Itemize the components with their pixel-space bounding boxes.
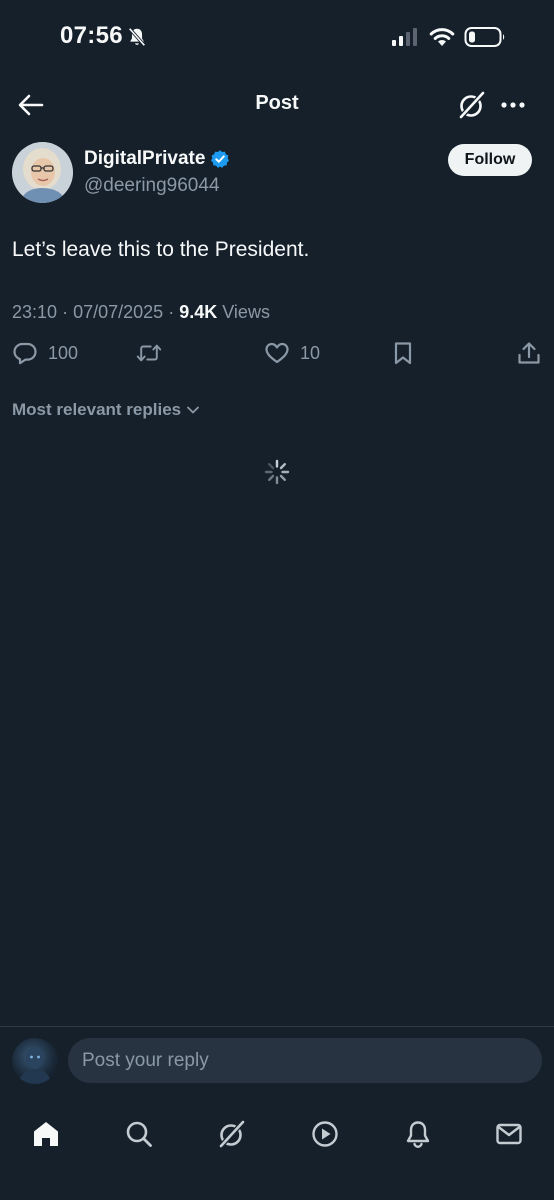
nav-search[interactable] <box>111 1106 167 1162</box>
like-count: 10 <box>300 342 321 363</box>
bookmark-icon <box>394 342 412 365</box>
post-time: 23:10 <box>12 302 58 322</box>
repost-icon <box>136 344 162 362</box>
grok-icon[interactable] <box>458 90 486 120</box>
bookmark-button[interactable] <box>390 340 416 366</box>
like-button[interactable]: 10 <box>264 340 320 366</box>
chevron-down-icon <box>187 406 200 414</box>
status-time: 07:56 <box>60 22 123 49</box>
reply-count: 100 <box>48 342 79 363</box>
author-avatar[interactable] <box>12 142 73 203</box>
nav-messages[interactable] <box>481 1106 537 1162</box>
post-author: DigitalPrivate @deering96044 Follow <box>0 140 554 210</box>
video-icon <box>312 1121 338 1147</box>
repost-button[interactable] <box>136 340 162 366</box>
sort-replies-label: Most relevant replies <box>12 400 182 419</box>
user-avatar[interactable] <box>12 1038 58 1084</box>
status-bar: 07:56 <box>0 0 554 76</box>
grok-icon <box>219 1120 245 1148</box>
wifi-icon <box>429 28 455 46</box>
battery-icon <box>464 27 505 47</box>
post-header: Post <box>0 76 554 134</box>
post-date: 07/07/2025 <box>73 302 164 322</box>
verified-badge-icon <box>211 150 230 168</box>
nav-grok[interactable] <box>204 1106 260 1162</box>
bell-slash-icon <box>128 27 146 47</box>
author-name[interactable]: DigitalPrivate <box>84 148 205 170</box>
reply-icon <box>13 342 37 365</box>
post-meta: 23:10 · 07/07/2025 · 9.4K Views <box>12 302 270 323</box>
views-label[interactable]: Views <box>222 302 270 323</box>
reply-button[interactable]: 100 <box>12 340 78 366</box>
reply-input[interactable] <box>68 1038 542 1083</box>
reply-bar <box>0 1026 554 1096</box>
author-handle[interactable]: @deering96044 <box>84 175 220 197</box>
bottom-nav <box>0 1096 554 1200</box>
post-actions: 100 10 <box>0 340 554 374</box>
home-icon <box>34 1122 58 1146</box>
notifications-icon <box>406 1121 430 1148</box>
loading-spinner-icon <box>264 459 290 485</box>
nav-video[interactable] <box>297 1106 353 1162</box>
sort-replies-dropdown[interactable]: Most relevant replies <box>12 400 201 420</box>
author-name-row: DigitalPrivate <box>84 148 230 170</box>
share-icon <box>518 342 540 364</box>
more-options-icon[interactable] <box>498 90 528 120</box>
heart-icon <box>265 342 289 364</box>
nav-home[interactable] <box>18 1106 74 1162</box>
messages-icon <box>496 1123 522 1145</box>
share-button[interactable] <box>516 340 542 366</box>
nav-notifications[interactable] <box>390 1106 446 1162</box>
cellular-signal-icon <box>392 28 417 46</box>
views-count[interactable]: 9.4K <box>179 302 217 323</box>
post-text: Let’s leave this to the President. <box>12 238 310 261</box>
follow-button[interactable]: Follow <box>448 144 532 176</box>
search-icon <box>126 1121 152 1147</box>
post-screen: 07:56 Post DigitalPrivate @deering96044 … <box>0 0 554 1200</box>
